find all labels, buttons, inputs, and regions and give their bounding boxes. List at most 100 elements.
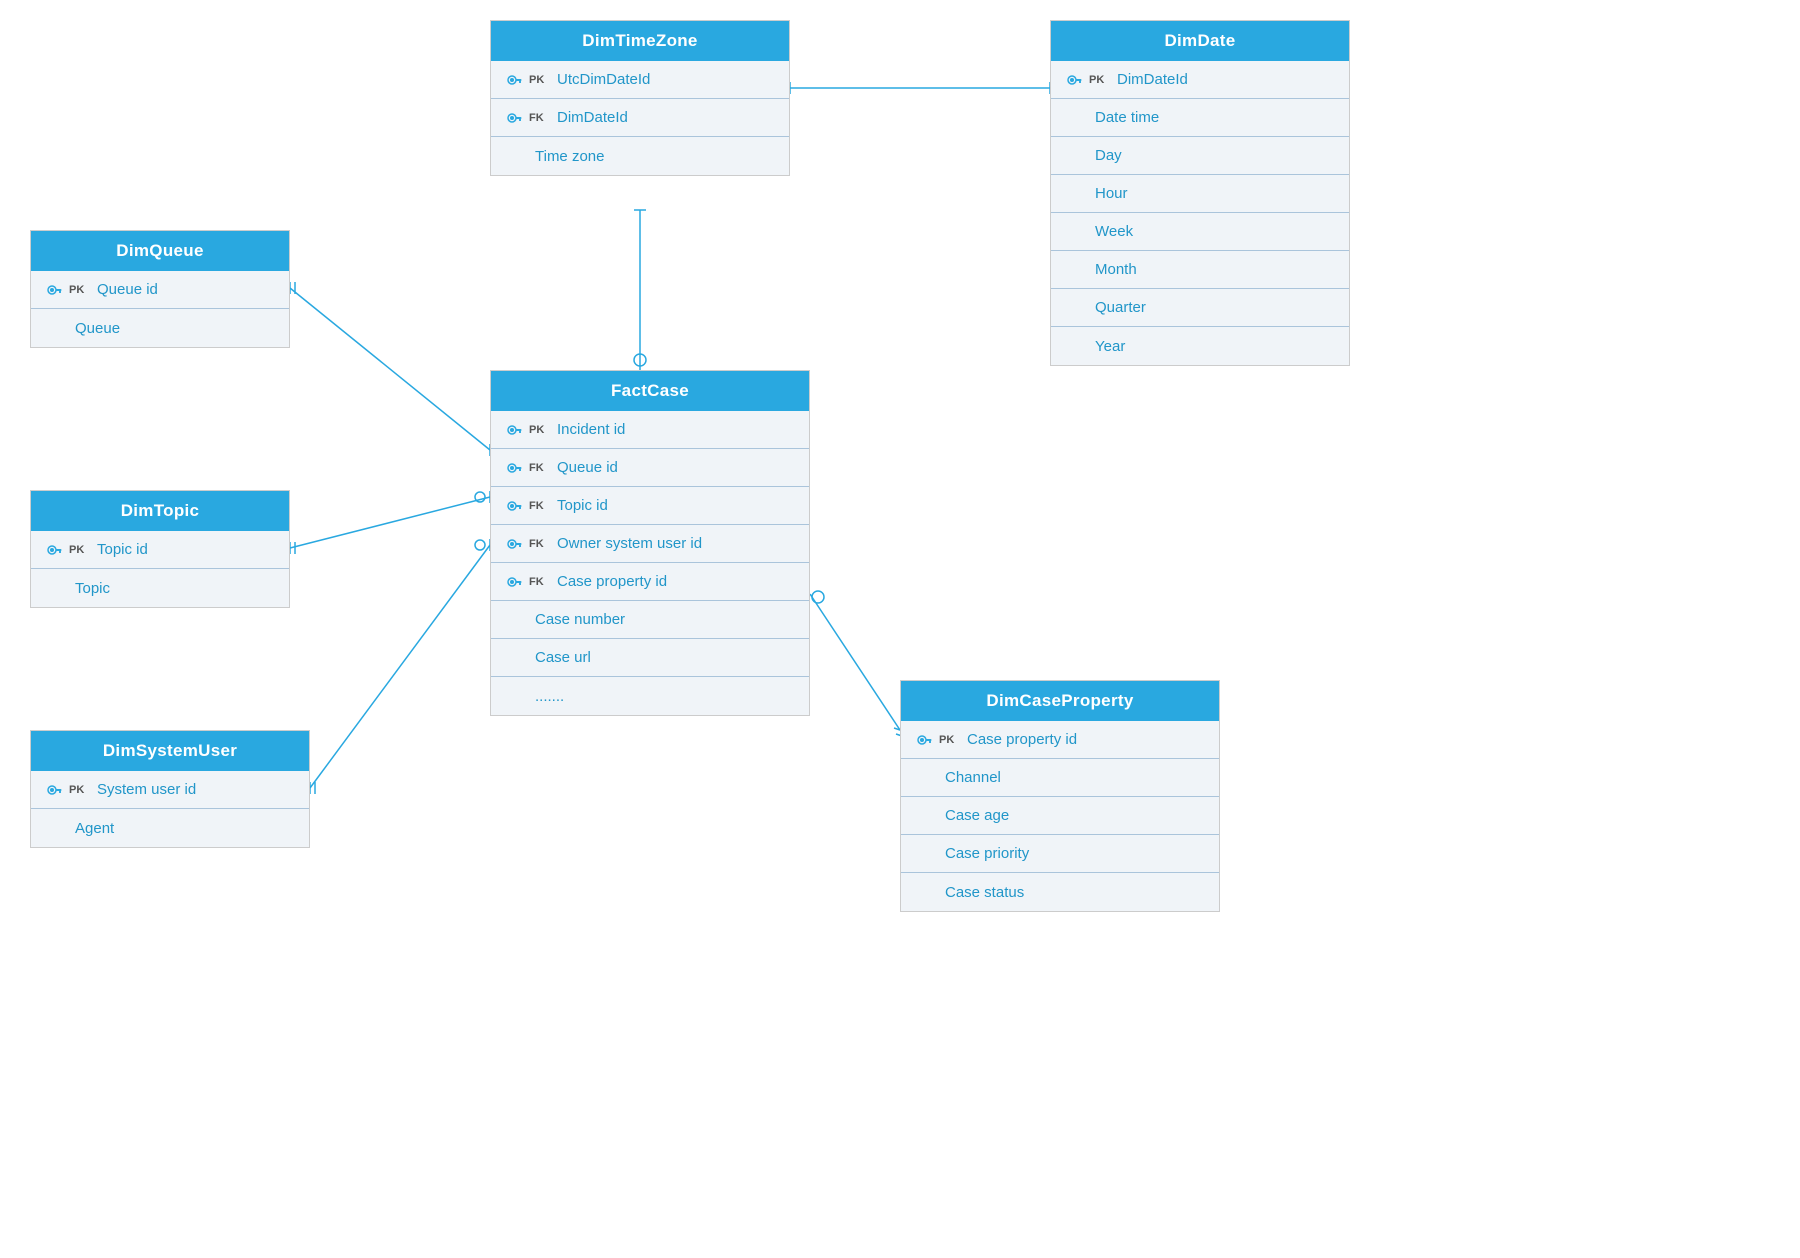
key-icon [505,71,523,89]
entity-dimcaseproperty: DimCaseProperty PK Case property id Chan… [900,680,1220,912]
field-name: Agent [75,820,114,837]
entity-dimtopic-header: DimTopic [31,491,289,531]
table-row: FK DimDateId [491,99,789,137]
field-badge: FK [529,576,551,588]
connectors-svg [0,0,1800,1258]
field-name: Case property id [557,573,667,590]
entity-dimtopic: DimTopic PK Topic id Topic [30,490,290,608]
field-name: DimDateId [557,109,628,126]
table-row: Week [1051,213,1349,251]
table-row: FK Queue id [491,449,809,487]
field-name: Case url [535,649,591,666]
table-row: Topic [31,569,289,607]
key-icon [505,421,523,439]
field-name: Topic id [557,497,608,514]
entity-dimqueue-header: DimQueue [31,231,289,271]
field-name: ....... [535,688,564,705]
table-row: Case url [491,639,809,677]
field-badge: PK [939,734,961,746]
entity-factcase-body: PK Incident id FK Queue id FK Topic id [491,411,809,715]
table-row: Queue [31,309,289,347]
table-row: Channel [901,759,1219,797]
field-name: Case status [945,884,1024,901]
table-row: PK Case property id [901,721,1219,759]
field-badge: PK [69,284,91,296]
table-row: Case age [901,797,1219,835]
table-row: FK Case property id [491,563,809,601]
table-row: Agent [31,809,309,847]
entity-dimtopic-body: PK Topic id Topic [31,531,289,607]
entity-dimsystemuser-body: PK System user id Agent [31,771,309,847]
entity-dimtimezone: DimTimeZone PK UtcDimDateId FK DimDateId… [490,20,790,176]
table-row: PK UtcDimDateId [491,61,789,99]
entity-factcase-header: FactCase [491,371,809,411]
key-icon [505,497,523,515]
field-name: Queue id [97,281,158,298]
field-badge: PK [1089,74,1111,86]
table-row: Case status [901,873,1219,911]
field-name: Case number [535,611,625,628]
field-badge: FK [529,500,551,512]
key-icon [505,109,523,127]
table-row: Case priority [901,835,1219,873]
key-icon [915,731,933,749]
table-row: Date time [1051,99,1349,137]
key-icon [45,541,63,559]
key-icon [45,281,63,299]
entity-dimdate-header: DimDate [1051,21,1349,61]
entity-dimdate-body: PK DimDateId Date time Day Hour Week [1051,61,1349,365]
table-row: Case number [491,601,809,639]
field-name: Time zone [535,148,604,165]
table-row: Year [1051,327,1349,365]
field-name: Month [1095,261,1137,278]
table-row: PK System user id [31,771,309,809]
table-row: PK Incident id [491,411,809,449]
table-row: FK Topic id [491,487,809,525]
table-row: PK Queue id [31,271,289,309]
field-name: Incident id [557,421,625,438]
table-row: Time zone [491,137,789,175]
field-name: Topic [75,580,110,597]
key-icon [45,781,63,799]
field-name: Topic id [97,541,148,558]
entity-dimdate: DimDate PK DimDateId Date time Day Hour [1050,20,1350,366]
field-name: UtcDimDateId [557,71,650,88]
field-name: Channel [945,769,1001,786]
field-name: Day [1095,147,1122,164]
field-name: Owner system user id [557,535,702,552]
field-name: Week [1095,223,1133,240]
table-row: FK Owner system user id [491,525,809,563]
field-name: Case age [945,807,1009,824]
field-name: DimDateId [1117,71,1188,88]
table-row: Hour [1051,175,1349,213]
entity-dimsystemuser: DimSystemUser PK System user id Agent [30,730,310,848]
table-row: PK Topic id [31,531,289,569]
entity-dimsystemuser-header: DimSystemUser [31,731,309,771]
key-icon [505,573,523,591]
field-name: Case priority [945,845,1029,862]
entity-dimqueue-body: PK Queue id Queue [31,271,289,347]
field-name: Queue id [557,459,618,476]
table-row: Quarter [1051,289,1349,327]
field-badge: FK [529,112,551,124]
field-name: System user id [97,781,196,798]
entity-dimcaseproperty-header: DimCaseProperty [901,681,1219,721]
entity-dimcaseproperty-body: PK Case property id Channel Case age Cas… [901,721,1219,911]
entity-dimqueue: DimQueue PK Queue id Queue [30,230,290,348]
entity-dimtimezone-header: DimTimeZone [491,21,789,61]
key-icon [1065,71,1083,89]
table-row: Day [1051,137,1349,175]
table-row: Month [1051,251,1349,289]
field-badge: PK [529,74,551,86]
field-badge: FK [529,462,551,474]
key-icon [505,535,523,553]
entity-dimtimezone-body: PK UtcDimDateId FK DimDateId Time zone [491,61,789,175]
field-name: Queue [75,320,120,337]
field-name: Quarter [1095,299,1146,316]
key-icon [505,459,523,477]
diagram-container: DimTimeZone PK UtcDimDateId FK DimDateId… [0,0,1800,1258]
field-name: Year [1095,338,1125,355]
table-row: ....... [491,677,809,715]
field-name: Date time [1095,109,1159,126]
field-badge: PK [69,544,91,556]
